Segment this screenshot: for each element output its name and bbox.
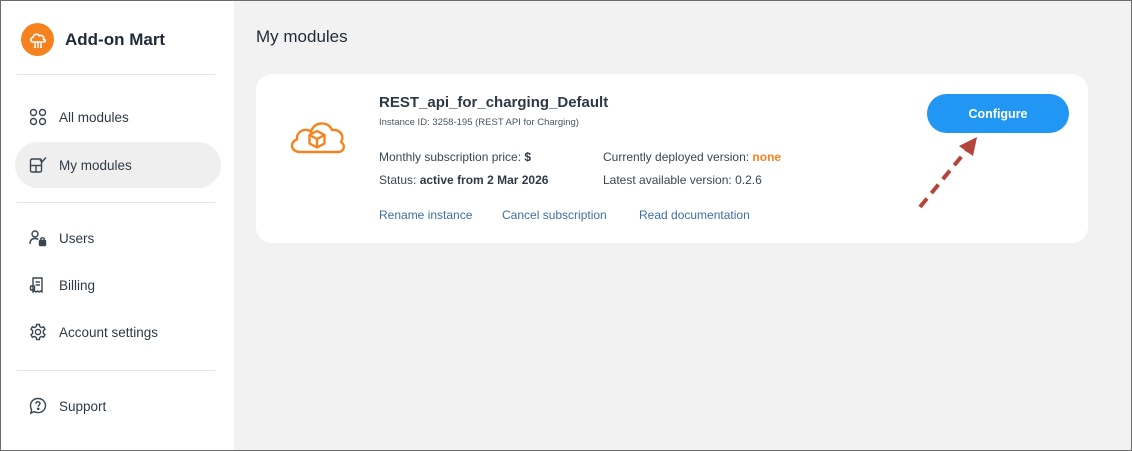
- help-icon: [29, 397, 47, 415]
- sidebar-item-label: Support: [59, 398, 107, 414]
- gear-icon: [29, 323, 47, 341]
- sidebar-item-all-modules[interactable]: All modules: [15, 94, 221, 140]
- status-value: active from 2 Mar 2026: [419, 173, 549, 187]
- deployed-value: none: [752, 150, 782, 164]
- page-title: My modules: [256, 27, 348, 46]
- read-documentation-link[interactable]: Read documentation: [639, 208, 750, 222]
- sidebar-item-my-modules[interactable]: My modules: [15, 142, 221, 188]
- status: Status: active from 2 Mar 2026: [379, 173, 548, 187]
- brand-name: Add-on Mart: [65, 29, 166, 49]
- divider: [17, 370, 215, 371]
- cloud-cube-icon: [286, 112, 348, 158]
- configure-button[interactable]: Configure: [927, 94, 1069, 133]
- status-label: Status:: [379, 173, 417, 187]
- sidebar-item-support[interactable]: Support: [15, 383, 221, 429]
- price-label: Monthly subscription price:: [379, 150, 522, 164]
- subscription-price: Monthly subscription price: $: [379, 150, 531, 164]
- grid-circles-icon: [29, 108, 47, 126]
- rename-instance-link[interactable]: Rename instance: [379, 208, 472, 222]
- price-value: $: [524, 150, 532, 164]
- sidebar-item-label: All modules: [59, 109, 129, 125]
- sidebar-item-account-settings[interactable]: Account settings: [15, 309, 221, 355]
- cancel-subscription-link[interactable]: Cancel subscription: [502, 208, 607, 222]
- sidebar-item-label: Users: [59, 230, 95, 246]
- latest-version: Latest available version: 0.2.6: [603, 173, 762, 187]
- sidebar: Add-on Mart All modules My modules Users…: [1, 1, 234, 450]
- sidebar-item-users[interactable]: Users: [15, 215, 221, 261]
- sidebar-item-billing[interactable]: Billing: [15, 262, 221, 308]
- latest-label: Latest available version:: [603, 173, 732, 187]
- module-name: REST_api_for_charging_Default: [379, 94, 609, 111]
- app-window: Add-on Mart All modules My modules Users…: [0, 0, 1132, 451]
- divider: [17, 202, 215, 203]
- deployed-version: Currently deployed version: none: [603, 150, 781, 164]
- annotation-arrow: [918, 137, 977, 209]
- instance-id: Instance ID: 3258-195 (REST API for Char…: [379, 117, 579, 128]
- sidebar-item-label: My modules: [59, 157, 132, 173]
- billing-icon: [29, 276, 47, 294]
- users-lock-icon: [29, 229, 47, 247]
- brand[interactable]: Add-on Mart: [21, 23, 165, 56]
- cloud-logo-icon: [21, 23, 54, 56]
- deployed-label: Currently deployed version:: [603, 150, 750, 164]
- divider: [17, 74, 215, 75]
- my-modules-icon: [29, 156, 47, 174]
- sidebar-item-label: Account settings: [59, 324, 159, 340]
- latest-value: 0.2.6: [735, 173, 762, 187]
- sidebar-item-label: Billing: [59, 277, 96, 293]
